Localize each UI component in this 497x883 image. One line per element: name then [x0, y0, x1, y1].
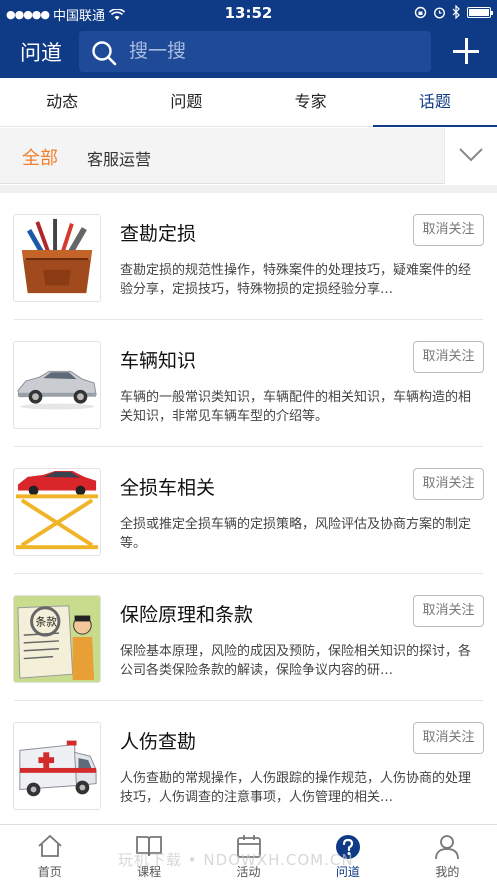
unfollow-button[interactable]: 取消关注: [413, 722, 484, 754]
tab-topics[interactable]: 话题: [372, 78, 497, 127]
clause-scroll-icon: 条款: [13, 595, 101, 683]
alarm-icon: [433, 6, 446, 19]
topic-item[interactable]: 条款 保险原理和条款 保险基本原理，风险的成因及预防，保险相关知识的探讨，各公司…: [0, 574, 497, 701]
unfollow-button[interactable]: 取消关注: [413, 341, 484, 373]
topic-description: 车辆的一般常识类知识，车辆配件的相关知识，车辆构造的相关知识，非常见车辆车型的介…: [120, 390, 472, 424]
scroll-caption: 条款: [36, 615, 58, 628]
filter-all[interactable]: 全部: [22, 144, 58, 170]
topic-title: 保险原理和条款: [120, 604, 254, 626]
watermark: 玩机下载 • NDOWXH.COM.CN: [118, 851, 354, 869]
rotation-lock-icon: [414, 6, 427, 18]
search-icon: [92, 41, 117, 66]
topic-description: 全损或推定全损车辆的定损策略，风险评估及协商方案的制定等。: [120, 517, 472, 551]
header: 问道: [0, 26, 497, 78]
status-right: [414, 5, 493, 19]
tab-experts[interactable]: 专家: [249, 78, 373, 126]
topic-title: 车辆知识: [120, 350, 197, 372]
home-icon: [38, 834, 62, 857]
tab-dynamics[interactable]: 动态: [0, 78, 124, 126]
status-bar: ●●●●● 中国联通 13:52: [0, 0, 497, 26]
category-filter: 全部 客服运营: [0, 128, 497, 184]
tab-bar: 动态 问题 专家 话题: [0, 78, 497, 127]
toolbox-icon: [13, 214, 101, 302]
topic-item[interactable]: 人伤查勘 人伤查勘的常规操作，人伤跟踪的操作规范，人伤协商的处理技巧，人伤调查的…: [0, 701, 497, 828]
search-input[interactable]: [129, 37, 419, 65]
ambulance-icon: [13, 722, 101, 810]
bottom-tab-home[interactable]: 首页: [0, 825, 99, 883]
topic-description: 保险基本原理，风险的成因及预防，保险相关知识的探讨，各公司各类保险条款的解读，保…: [120, 644, 472, 678]
topic-description: 人伤查勘的常规操作，人伤跟踪的操作规范，人伤协商的处理技巧，人伤调查的注意事项，…: [120, 771, 472, 805]
topic-title: 人伤查勘: [120, 731, 197, 753]
topic-title: 全损车相关: [120, 477, 216, 499]
bottom-tab-mine[interactable]: 我的: [398, 825, 497, 883]
section-gap: [0, 185, 497, 193]
topic-title: 查勘定损: [120, 223, 197, 245]
unfollow-button[interactable]: 取消关注: [413, 468, 484, 500]
car-icon: [13, 341, 101, 429]
page-title: 问道: [20, 41, 62, 65]
bluetooth-icon: [452, 5, 460, 19]
tab-questions[interactable]: 问题: [124, 78, 248, 126]
battery-icon: [467, 6, 493, 18]
topic-item[interactable]: 查勘定损 查勘定损的规范性操作，特殊案件的处理技巧，疑难案件的经验分享，定损技巧…: [0, 193, 497, 320]
topic-description: 查勘定损的规范性操作，特殊案件的处理技巧，疑难案件的经验分享，定损技巧，特殊物损…: [120, 263, 472, 297]
unfollow-button[interactable]: 取消关注: [413, 595, 484, 627]
bottom-tab-label: 我的: [435, 865, 460, 879]
user-icon: [435, 835, 460, 860]
filter-dropdown[interactable]: [444, 128, 497, 184]
search-bar[interactable]: [79, 31, 431, 72]
add-icon[interactable]: [453, 38, 479, 64]
chevron-down-icon: [459, 148, 483, 162]
topic-list: 查勘定损 查勘定损的规范性操作，特殊案件的处理技巧，疑难案件的经验分享，定损技巧…: [0, 193, 497, 828]
topic-item[interactable]: 全损车相关 全损或推定全损车辆的定损策略，风险评估及协商方案的制定等。 取消关注: [0, 447, 497, 574]
car-lift-icon: [13, 468, 101, 556]
topic-item[interactable]: 车辆知识 车辆的一般常识类知识，车辆配件的相关知识，车辆构造的相关知识，非常见车…: [0, 320, 497, 447]
unfollow-button[interactable]: 取消关注: [413, 214, 484, 246]
filter-category[interactable]: 客服运营: [87, 146, 151, 170]
bottom-tab-label: 首页: [37, 865, 62, 879]
